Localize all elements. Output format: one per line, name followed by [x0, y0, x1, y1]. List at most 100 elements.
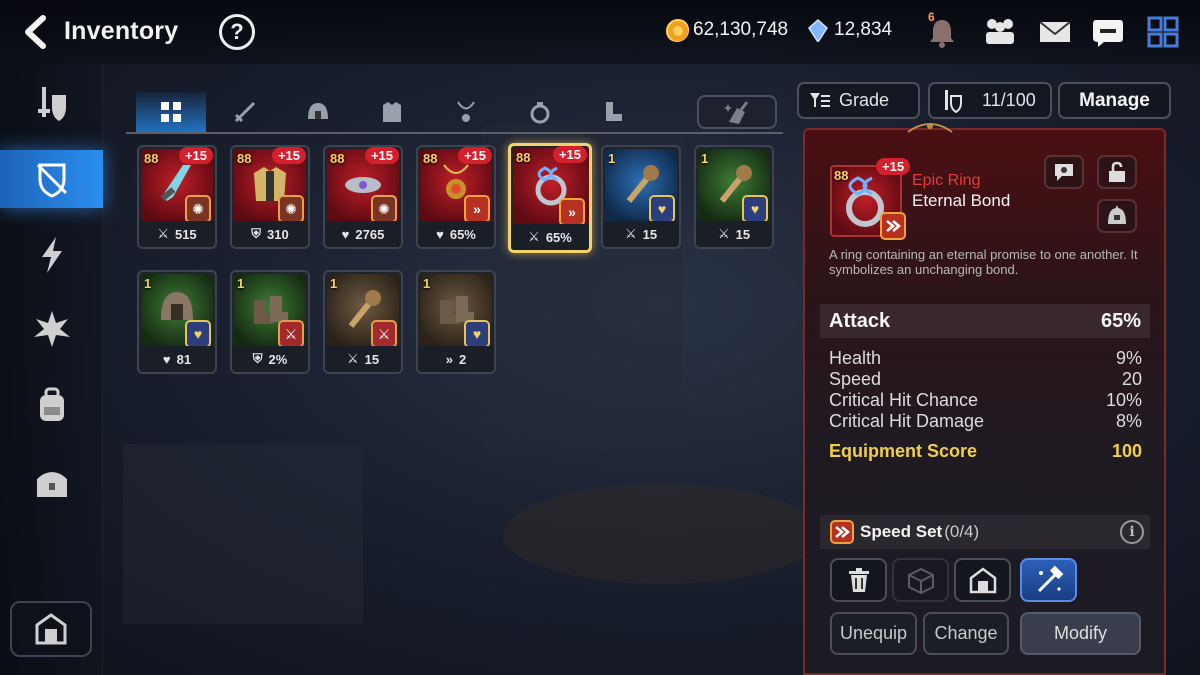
enhance-badge: +15	[271, 147, 306, 164]
stat-value: 515	[174, 226, 197, 242]
lock-button[interactable]	[1097, 155, 1137, 189]
crystal-display[interactable]: 12,834	[806, 18, 892, 42]
tab-boots[interactable]	[578, 92, 648, 132]
share-button[interactable]	[1044, 155, 1084, 189]
inventory-item[interactable]: 88 +15 ✺ ⛨ 310	[230, 145, 310, 249]
boots-icon	[606, 102, 622, 121]
back-button[interactable]	[16, 12, 56, 52]
item-main-stat: ♥ 81	[139, 346, 215, 372]
stat-value: 2	[459, 351, 467, 367]
unequip-button[interactable]: Unequip	[830, 612, 917, 655]
score-value: 100	[1111, 441, 1142, 461]
tab-necklace[interactable]	[431, 92, 501, 132]
treasure-chest-icon	[36, 472, 67, 497]
item-main-stat: ⚔ 515	[139, 221, 215, 247]
tab-armor[interactable]	[357, 92, 427, 132]
inventory-item[interactable]: 1 ⚔ ⚔ 15	[323, 270, 403, 374]
inventory-item[interactable]: 88 +15 ✺ ⚔ 515	[137, 145, 217, 249]
enhance-button[interactable]	[1020, 558, 1077, 602]
armor-icon	[383, 102, 401, 122]
chat-button[interactable]	[1088, 12, 1128, 52]
hero-recommend-button[interactable]	[1097, 199, 1137, 233]
sidebar-item-materials[interactable]	[0, 300, 103, 358]
inventory-item-selected[interactable]: 88 +15 » ⚔ 65%	[508, 143, 592, 253]
inventory-item[interactable]: 1 ⚔ ⛨ 2%	[230, 270, 310, 374]
notifications-button[interactable]: 6	[922, 10, 962, 52]
inventory-item[interactable]: 88 +15 » ♥ 65%	[416, 145, 496, 249]
shield-slash-icon	[36, 163, 67, 198]
speed-icon: »	[445, 351, 453, 367]
modify-button[interactable]: Modify	[1020, 612, 1141, 655]
warehouse-icon	[969, 567, 996, 594]
tab-ring[interactable]	[505, 92, 575, 132]
speed-set-icon	[830, 520, 854, 544]
stat-value: 310	[267, 226, 289, 242]
sidebar-item-equipment[interactable]	[0, 76, 103, 134]
tab-helmet[interactable]	[283, 92, 353, 132]
tab-weapon[interactable]	[210, 92, 280, 132]
score-label: Equipment Score	[829, 441, 978, 461]
item-name: Eternal Bond	[912, 191, 1011, 210]
item-level: 88	[144, 151, 159, 166]
item-level: 1	[608, 151, 616, 166]
main-stat-value: 65%	[1100, 309, 1141, 332]
sidebar-item-chests[interactable]	[0, 454, 103, 512]
detail-item-level: 88	[834, 168, 849, 183]
crit-set-icon: ✺	[371, 195, 397, 223]
storage-button[interactable]	[10, 601, 92, 657]
auto-sort-button[interactable]	[697, 95, 777, 129]
team-button[interactable]	[980, 12, 1020, 52]
attack-icon: ⚔	[346, 351, 359, 366]
sell-button[interactable]	[830, 558, 887, 602]
inventory-item[interactable]: 88 +15 ✺ ♥ 2765	[323, 145, 403, 249]
sword-icon	[234, 101, 256, 123]
stat-value: 15	[364, 351, 380, 367]
main-stat-row: Attack 65%	[820, 304, 1150, 338]
health-icon: ♥	[341, 226, 350, 242]
gold-display[interactable]: 62,130,748	[665, 18, 788, 42]
item-main-stat: » 2	[418, 346, 494, 372]
inventory-item[interactable]: 1 ♥ ♥ 81	[137, 270, 217, 374]
attack-set-icon: ⚔	[278, 320, 304, 348]
sidebar-item-bag[interactable]	[0, 376, 103, 434]
tab-all[interactable]	[136, 92, 206, 132]
enhance-badge: +15	[178, 147, 213, 164]
manage-button[interactable]: Manage	[1058, 82, 1171, 119]
sort-grade-button[interactable]: Grade	[797, 82, 920, 119]
substat-row: Speed 20	[829, 369, 1142, 390]
substat-value: 20	[1121, 369, 1142, 389]
change-button[interactable]: Change	[923, 612, 1009, 655]
substat-value: 9%	[1115, 348, 1142, 368]
item-description: A ring containing an eternal promise to …	[829, 247, 1138, 277]
set-info-row: Speed Set (0/4)	[820, 515, 1150, 549]
defense-icon: ⛨	[252, 351, 263, 366]
menu-grid-button[interactable]	[1143, 12, 1183, 52]
defense-icon: ⛨	[251, 226, 262, 241]
mail-button[interactable]	[1035, 12, 1075, 52]
sidebar-item-artifacts[interactable]	[0, 226, 103, 284]
help-button[interactable]: ?	[219, 14, 255, 50]
equipment-score-row: Equipment Score 100	[829, 441, 1142, 462]
detail-enhance-badge: +15	[876, 158, 911, 175]
info-icon[interactable]: i	[1120, 520, 1144, 544]
inventory-item[interactable]: 1 ♥ » 2	[416, 270, 496, 374]
capacity-value: 11/100	[982, 90, 1036, 110]
speed-set-icon	[880, 212, 906, 240]
extract-button[interactable]	[892, 558, 949, 602]
stat-value: 15	[642, 226, 658, 242]
inventory-item[interactable]: 1 ♥ ⚔ 15	[601, 145, 681, 249]
set-count: (0/4)	[944, 522, 980, 541]
capacity-button[interactable]: 11/100	[928, 82, 1052, 119]
store-button[interactable]	[954, 558, 1011, 602]
crit-set-icon: ✺	[278, 195, 304, 223]
enhance-badge: +15	[552, 146, 587, 163]
inventory-item[interactable]: 1 ♥ ⚔ 15	[694, 145, 774, 249]
substat-value: 10%	[1105, 390, 1142, 410]
ring-icon	[530, 102, 550, 124]
grid-icon	[161, 102, 181, 122]
notification-count: 6	[928, 10, 935, 24]
health-set-icon: ♥	[185, 320, 211, 348]
sidebar-item-unequipped[interactable]	[0, 150, 103, 208]
ornament-icon	[907, 123, 953, 133]
substat-value: 8%	[1115, 411, 1142, 431]
